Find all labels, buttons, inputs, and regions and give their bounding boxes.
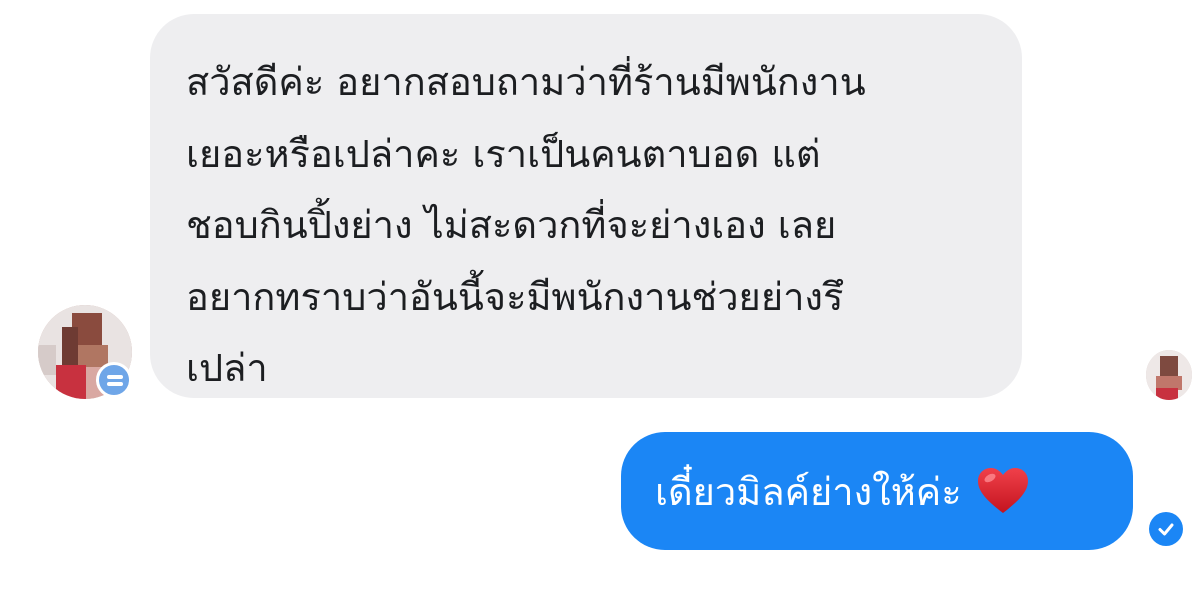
outgoing-message-text: เดี๋ยวมิลค์ย่างให้ค่ะ [655,469,962,514]
messenger-badge-icon [96,362,132,398]
incoming-message-line: เปล่า [186,346,268,390]
heart-icon [976,466,1030,516]
check-circle-icon [1149,512,1183,546]
incoming-message-line: เยอะหรือเปล่าคะ เราเป็นคนตาบอด แต่ [186,131,821,176]
incoming-message-line: สวัสดีค่ะ อยากสอบถามว่าที่ร้านมีพนักงาน [186,60,866,104]
incoming-message-bubble[interactable]: สวัสดีค่ะ อยากสอบถามว่าที่ร้านมีพนักงาน … [150,14,1022,398]
seen-avatar-icon [1146,350,1192,400]
incoming-message-line: อยากทราบว่าอันนี้จะมีพนักงานช่วยย่างรึ [186,274,844,319]
incoming-message-line: ชอบกินปิ้งย่าง ไม่สะดวกที่จะย่างเอง เลย [186,203,837,247]
outgoing-message-bubble[interactable]: เดี๋ยวมิลค์ย่างให้ค่ะ [621,432,1133,550]
